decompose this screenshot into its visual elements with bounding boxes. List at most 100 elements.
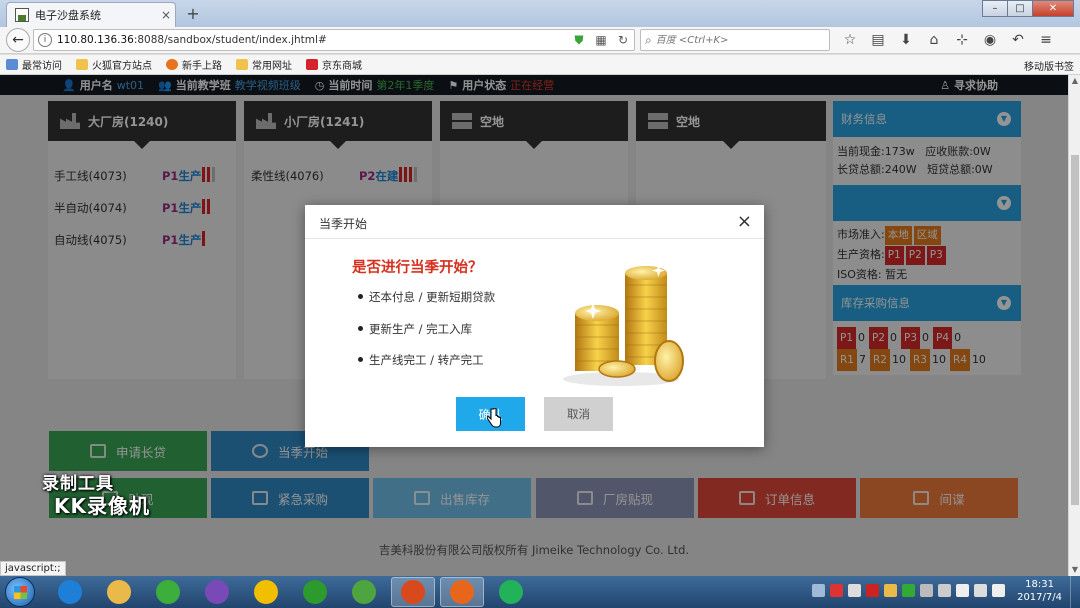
app-icon <box>352 580 376 604</box>
dialog-step-list: 还本付息 / 更新短期贷款 更新生产 / 完工入库 生产线完工 / 转产完工 <box>358 289 495 384</box>
bookmark-icon <box>6 59 18 70</box>
home-icon[interactable]: ⌂ <box>920 30 948 50</box>
tab-close-icon[interactable]: × <box>157 8 175 22</box>
search-box: ⌕ <box>640 29 830 51</box>
tray-icon[interactable] <box>884 584 897 597</box>
maximize-button[interactable]: □ <box>1007 0 1033 17</box>
watermark-line1: 录制工具 <box>42 474 114 494</box>
taskbar-app[interactable] <box>97 577 141 607</box>
app-icon <box>205 580 229 604</box>
dialog-title: 当季开始 <box>319 217 368 231</box>
taskbar-app[interactable] <box>440 577 484 607</box>
cancel-button[interactable]: 取消 <box>544 397 613 431</box>
windows-taskbar: 18:31 2017/7/4 <box>0 576 1080 608</box>
gold-coins-illustration <box>563 264 684 386</box>
scroll-up-icon[interactable]: ▲ <box>1069 75 1080 87</box>
screenshot-icon[interactable]: ⊹ <box>948 30 976 50</box>
chat-icon[interactable]: ◉ <box>976 30 1004 50</box>
tray-icon[interactable] <box>920 584 933 597</box>
season-start-dialog: 当季开始 × 是否进行当季开始？ 还本付息 / 更新短期贷款 更新生产 / 完工… <box>305 205 764 447</box>
jd-icon <box>306 59 318 70</box>
toolbar-icons: ☆ ▤ ⬇ ⌂ ⊹ ◉ ↶ ≡ <box>836 30 1060 50</box>
start-button[interactable] <box>5 577 35 607</box>
tab-title: 电子沙盘系统 <box>35 9 101 22</box>
star-icon[interactable]: ☆ <box>836 30 864 50</box>
show-desktop-button[interactable] <box>1070 576 1080 608</box>
taskbar-app[interactable] <box>244 577 288 607</box>
url-text[interactable]: 110.80.136.36:8088/sandbox/student/index… <box>57 34 568 46</box>
taskbar-app[interactable] <box>342 577 386 607</box>
app-icon <box>254 580 278 604</box>
navigation-bar: ← i 110.80.136.36:8088/sandbox/student/i… <box>0 27 1080 54</box>
recorder-watermark: 录制工具 KK录像机 <box>42 473 150 517</box>
taskbar-app[interactable] <box>489 577 533 607</box>
system-tray <box>812 584 1005 597</box>
hand-cursor-icon <box>487 408 501 428</box>
bookmark-item[interactable]: 京东商城 <box>306 57 362 72</box>
minimize-button[interactable]: – <box>982 0 1008 17</box>
folder-icon <box>76 59 88 70</box>
back-button[interactable]: ← <box>6 28 30 52</box>
browser-tab[interactable]: 电子沙盘系统 × <box>6 2 176 27</box>
dialog-question: 是否进行当季开始？ <box>352 260 483 276</box>
mobile-bookmarks[interactable]: 移动版书签 <box>1024 58 1074 73</box>
new-tab-button[interactable]: + <box>182 4 204 24</box>
divider <box>305 238 764 239</box>
info-icon[interactable]: i <box>38 33 52 47</box>
taskbar-app[interactable] <box>293 577 337 607</box>
tray-icon[interactable] <box>848 584 861 597</box>
bookmark-item[interactable]: 新手上路 <box>166 57 222 72</box>
reload-icon[interactable]: ↻ <box>612 33 634 47</box>
bookmark-item[interactable]: 常用网址 <box>236 57 292 72</box>
tray-icon[interactable] <box>866 584 879 597</box>
app-icon <box>303 580 327 604</box>
bookmark-item[interactable]: 最常访问 <box>6 57 62 72</box>
list-item: 还本付息 / 更新短期贷款 <box>358 289 495 321</box>
tray-icon[interactable] <box>902 584 915 597</box>
folder-icon <box>236 59 248 70</box>
taskbar-clock[interactable]: 18:31 2017/7/4 <box>1017 578 1062 604</box>
app-icon <box>156 580 180 604</box>
clock-date: 2017/7/4 <box>1017 592 1062 603</box>
bookmarks-bar: 最常访问 火狐官方站点 新手上路 常用网址 京东商城 移动版书签 <box>0 55 1080 75</box>
taskbar-app[interactable] <box>146 577 190 607</box>
qr-code-icon[interactable]: ▦ <box>590 33 612 47</box>
menu-icon[interactable]: ≡ <box>1032 30 1060 50</box>
list-item: 生产线完工 / 转产完工 <box>358 352 495 384</box>
dialog-close-icon[interactable]: × <box>737 211 752 232</box>
firefox-icon <box>166 59 178 70</box>
watermark-line2: KK录像机 <box>54 494 150 518</box>
scrollbar-thumb[interactable] <box>1071 155 1079 505</box>
shield-icon[interactable]: ⛊ <box>568 33 590 48</box>
page-scrollbar[interactable]: ▲ ▼ <box>1068 75 1080 576</box>
app-icon <box>401 580 425 604</box>
tray-icon[interactable] <box>830 584 843 597</box>
link-status-tip: javascript:; <box>0 561 66 576</box>
search-icon: ⌕ <box>645 32 652 47</box>
address-bar[interactable]: i 110.80.136.36:8088/sandbox/student/ind… <box>33 29 635 51</box>
app-icon <box>499 580 523 604</box>
taskbar-app[interactable] <box>391 577 435 607</box>
window-titlebar: 电子沙盘系统 × + – □ ✕ <box>0 0 1080 27</box>
tray-icon[interactable] <box>956 584 969 597</box>
app-icon <box>58 580 82 604</box>
bookmark-item[interactable]: 火狐官方站点 <box>76 57 152 72</box>
tray-icon[interactable] <box>812 584 825 597</box>
taskbar-apps <box>48 577 538 607</box>
search-input[interactable] <box>655 34 816 46</box>
clock-time: 18:31 <box>1025 579 1054 590</box>
scroll-down-icon[interactable]: ▼ <box>1069 564 1080 576</box>
taskbar-app[interactable] <box>195 577 239 607</box>
close-window-button[interactable]: ✕ <box>1032 0 1074 17</box>
network-icon[interactable] <box>974 584 987 597</box>
taskbar-app[interactable] <box>48 577 92 607</box>
window-controls: – □ ✕ <box>982 0 1074 17</box>
undo-icon[interactable]: ↶ <box>1004 30 1032 50</box>
download-icon[interactable]: ⬇ <box>892 30 920 50</box>
volume-icon[interactable] <box>992 584 1005 597</box>
reading-list-icon[interactable]: ▤ <box>864 30 892 50</box>
app-icon <box>107 580 131 604</box>
tray-icon[interactable] <box>938 584 951 597</box>
tab-favicon-icon <box>15 8 29 22</box>
list-item: 更新生产 / 完工入库 <box>358 321 495 353</box>
